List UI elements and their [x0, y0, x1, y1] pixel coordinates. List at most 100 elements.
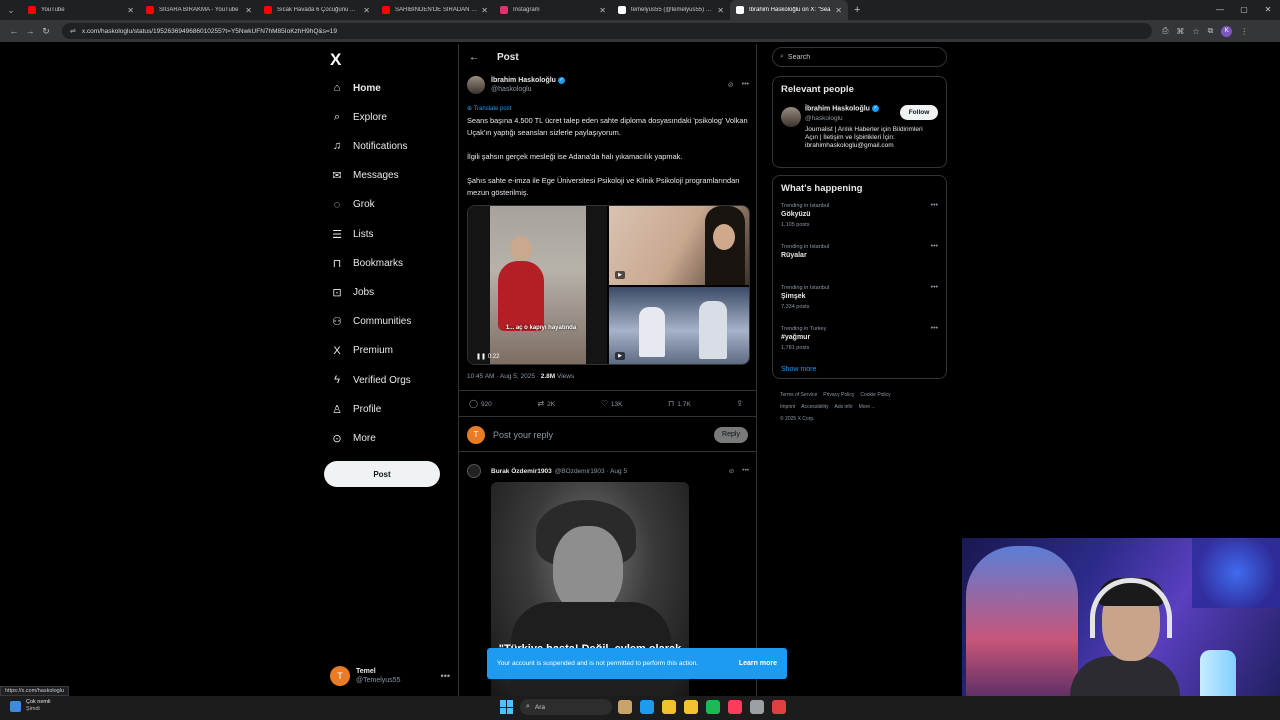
close-window-icon[interactable]: ✕: [1256, 0, 1280, 20]
trend-item[interactable]: Trending in Istanbul Rüyalar •••: [773, 243, 946, 284]
footer-link[interactable]: More ...: [859, 404, 876, 410]
x-logo-icon[interactable]: X: [330, 50, 341, 70]
trend-more-icon[interactable]: •••: [931, 325, 938, 332]
tab-close-icon[interactable]: ✕: [717, 6, 724, 15]
browser-tab[interactable]: Instagram ✕: [494, 0, 612, 20]
taskbar-search[interactable]: ⌕ Ara: [520, 699, 612, 715]
show-more-link[interactable]: Show more: [781, 366, 938, 373]
sidebar-item-profile[interactable]: ♙ Profile: [330, 398, 381, 420]
trend-item[interactable]: Trending in Turkey #yağmur 1,781 posts •••: [773, 325, 946, 366]
sidebar-item-messages[interactable]: ✉ Messages: [330, 165, 398, 187]
tab-close-icon[interactable]: ✕: [835, 6, 842, 15]
author-handle[interactable]: @haskologlu: [491, 85, 565, 94]
relevant-person[interactable]: İbrahim Haskoloğlu ✓ @haskologlu Journali…: [773, 103, 946, 159]
browser-tab[interactable]: SAHİBİNDEN'DE SIRADAN BİR ✕: [376, 0, 494, 20]
taskbar-app-icon[interactable]: [662, 700, 676, 714]
sidebar-item-home[interactable]: ⌂ Home: [330, 77, 381, 99]
reload-icon[interactable]: ↻: [38, 26, 54, 37]
sidebar-item-premium[interactable]: X Premium: [330, 340, 393, 362]
footer-link[interactable]: © 2025 X Corp.: [780, 416, 815, 422]
footer-link[interactable]: Imprint: [780, 404, 795, 410]
trend-more-icon[interactable]: •••: [931, 284, 938, 291]
trend-more-icon[interactable]: •••: [931, 243, 938, 250]
extensions-icon[interactable]: ⧉: [1208, 26, 1214, 36]
bookmark-action[interactable]: ⊓ 1.7K: [668, 399, 691, 408]
post-button[interactable]: Post: [324, 461, 440, 487]
trend-item[interactable]: Trending in Istanbul Şimşek 7,334 posts •••: [773, 284, 946, 325]
browser-tab[interactable]: İbrahim Haskoloğlu on X: "Sea ✕: [730, 0, 848, 20]
install-icon[interactable]: ⎙: [1162, 26, 1168, 36]
bookmark-star-icon[interactable]: ☆: [1192, 27, 1199, 36]
author-avatar[interactable]: [467, 76, 485, 94]
account-switcher[interactable]: T Temel @Temelyus55 •••: [330, 662, 450, 690]
footer-link[interactable]: Accessibility: [801, 404, 828, 410]
trend-item[interactable]: Trending in Istanbul Gökyüzü 1,105 posts ••…: [773, 202, 946, 243]
more-dots-icon[interactable]: •••: [441, 671, 450, 681]
sidebar-item-jobs[interactable]: ⊡ Jobs: [330, 281, 374, 303]
sidebar-item-explore[interactable]: ⌕ Explore: [330, 106, 387, 128]
new-tab-button[interactable]: +: [854, 4, 860, 16]
sidebar-item-bookmarks[interactable]: ⊓ Bookmarks: [330, 252, 403, 274]
maximize-icon[interactable]: ▢: [1232, 0, 1256, 20]
taskbar-app-icon[interactable]: [728, 700, 742, 714]
sidebar-item-communities[interactable]: ⚇ Communities: [330, 311, 411, 333]
video-controls[interactable]: ❚❚ 0:22: [476, 353, 499, 360]
media-thumbnail[interactable]: ▶: [609, 206, 749, 285]
reply-author-name[interactable]: Burak Özdemir1903: [491, 468, 552, 475]
browser-menu-icon[interactable]: ⋮: [1240, 27, 1248, 36]
sidebar-item-verified-orgs[interactable]: ϟ Verified Orgs: [330, 369, 411, 391]
translate-icon[interactable]: ⌘: [1176, 27, 1184, 36]
reply-button[interactable]: Reply: [714, 426, 748, 443]
repost-action[interactable]: ⇄ 2K: [537, 399, 555, 408]
url-field[interactable]: ⇌ x.com/haskologlu/status/19526369496860…: [62, 23, 1152, 39]
taskbar-app-icon[interactable]: [706, 700, 720, 714]
sidebar-item-grok[interactable]: ◌ Grok: [330, 194, 375, 216]
footer-link[interactable]: Ads info: [835, 404, 853, 410]
follow-button[interactable]: Follow: [900, 105, 938, 120]
person-name[interactable]: İbrahim Haskoloğlu ✓: [805, 105, 879, 112]
forward-icon[interactable]: →: [22, 26, 38, 36]
back-arrow-icon[interactable]: ←: [469, 52, 479, 63]
browser-tab[interactable]: SIGARA BIRAKMA - YouTube ✕: [140, 0, 258, 20]
trend-more-icon[interactable]: •••: [931, 202, 938, 209]
tweet-time[interactable]: 10:45 AM · Aug 5, 2025: [467, 373, 535, 380]
windows-start-icon[interactable]: [500, 700, 514, 714]
footer-link[interactable]: Terms of Service: [780, 392, 817, 398]
grok-icon[interactable]: ⊘: [728, 81, 734, 89]
taskbar-app-icon[interactable]: [640, 700, 654, 714]
sidebar-item-more[interactable]: ⊙ More: [330, 427, 375, 449]
reply-input[interactable]: [493, 429, 714, 440]
footer-link[interactable]: Cookie Policy: [860, 392, 890, 398]
back-icon[interactable]: ←: [6, 26, 22, 36]
translate-post-link[interactable]: ⊕ Translate post: [467, 105, 511, 112]
minimize-icon[interactable]: —: [1208, 0, 1232, 20]
like-action[interactable]: ♡ 13K: [601, 399, 623, 408]
tweet-more-icon[interactable]: •••: [742, 81, 749, 89]
reply-author-handle[interactable]: @BOzdemir1903 · Aug 5: [555, 468, 627, 475]
tab-close-icon[interactable]: ✕: [245, 6, 252, 15]
video-thumbnail[interactable]: 1... aç o kapıyı hayatında ❚❚ 0:22: [468, 206, 607, 364]
media-thumbnail[interactable]: ▶: [609, 287, 749, 364]
person-avatar[interactable]: [781, 107, 801, 127]
tab-search-icon[interactable]: ⌄: [0, 0, 22, 20]
taskbar-app-icon[interactable]: [772, 700, 786, 714]
site-info-icon[interactable]: ⇌: [70, 27, 76, 35]
browser-tab[interactable]: temelyus55 (@temelyus55) | TikTok ✕: [612, 0, 730, 20]
tab-close-icon[interactable]: ✕: [599, 6, 606, 15]
tab-close-icon[interactable]: ✕: [481, 6, 488, 15]
taskbar-app-icon[interactable]: [618, 700, 632, 714]
browser-tab[interactable]: YouTube ✕: [22, 0, 140, 20]
share-action[interactable]: ⇪: [736, 399, 746, 408]
taskbar-app-icon[interactable]: [684, 700, 698, 714]
taskbar-app-icon[interactable]: [750, 700, 764, 714]
author-name[interactable]: İbrahim Haskoloğlu: [491, 77, 556, 84]
search-input[interactable]: [787, 53, 928, 61]
footer-link[interactable]: Privacy Policy: [823, 392, 854, 398]
reply-action[interactable]: ◯ 920: [469, 399, 492, 408]
browser-tab[interactable]: Sıcak Havada 6 Çocuğunu Arab ✕: [258, 0, 376, 20]
weather-widget[interactable]: Çok nemli Şimdi: [10, 699, 50, 713]
tab-close-icon[interactable]: ✕: [363, 6, 370, 15]
tweet-more-icon[interactable]: •••: [742, 467, 749, 475]
learn-more-button[interactable]: Learn more: [739, 660, 777, 667]
sidebar-item-lists[interactable]: ☰ Lists: [330, 223, 374, 245]
